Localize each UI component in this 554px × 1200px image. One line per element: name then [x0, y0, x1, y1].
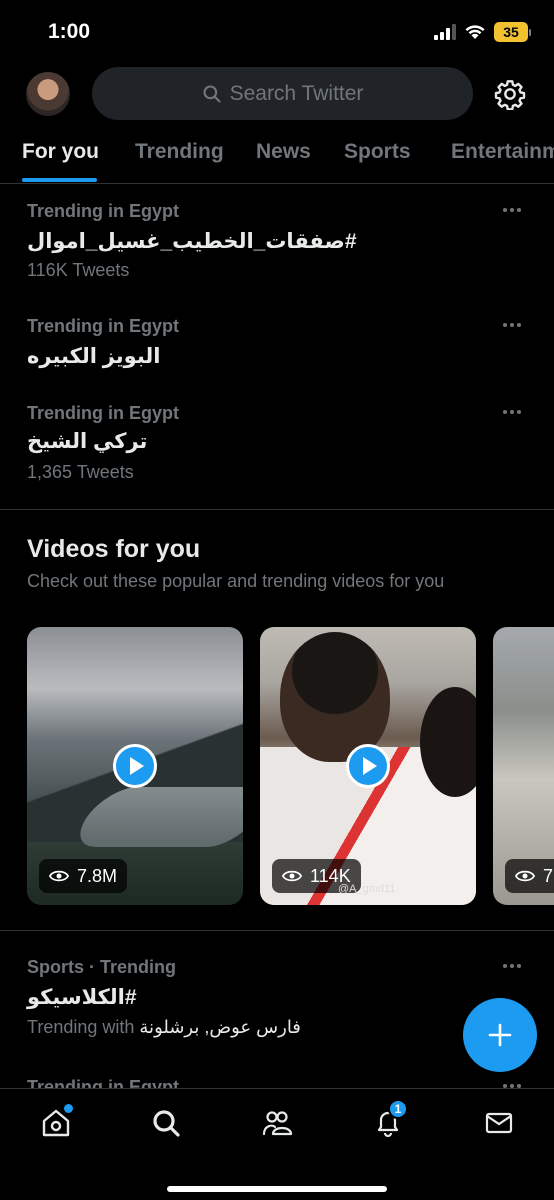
trend-related: Trending with فارس عوض, برشلونة: [27, 1017, 301, 1038]
view-count: 7.: [505, 859, 554, 893]
plus-icon: [488, 1023, 512, 1047]
more-options-icon[interactable]: [503, 962, 527, 970]
trend-count: 1,365 Tweets: [27, 462, 134, 482]
video-watermark: @A_gmd11: [338, 883, 396, 895]
trend-count: 116K Tweets: [27, 260, 130, 280]
section-subtitle: Check out these popular and trending vid…: [27, 571, 445, 591]
view-count: 7.8M: [39, 859, 128, 893]
nav-notifications[interactable]: 1: [372, 1099, 408, 1139]
status-indicators: 35: [434, 22, 531, 42]
compose-button[interactable]: [463, 998, 537, 1072]
more-options-icon[interactable]: [503, 408, 527, 416]
notification-badge: 1: [388, 1099, 408, 1119]
bottom-nav: 1: [0, 1088, 554, 1200]
trend-context: Trending in Egypt: [27, 403, 179, 423]
more-options-icon[interactable]: [503, 321, 527, 329]
search-input[interactable]: Search Twitter: [92, 67, 473, 120]
play-icon[interactable]: [113, 744, 157, 788]
nav-communities[interactable]: [261, 1107, 293, 1139]
eye-icon: [49, 870, 69, 882]
trend-context: Trending in Egypt: [27, 201, 179, 221]
status-time: 1:00: [48, 20, 91, 43]
status-bar: 1:00 35: [0, 0, 554, 64]
mail-icon: [485, 1112, 513, 1134]
more-options-icon[interactable]: [503, 206, 527, 214]
unread-dot: [64, 1104, 73, 1113]
tab-for-you[interactable]: For you: [22, 140, 99, 164]
section-title: Videos for you: [27, 535, 201, 563]
trend-context: Trending in Egypt: [27, 316, 179, 336]
trending-with-names: فارس عوض, برشلونة: [139, 1017, 301, 1037]
tab-sports[interactable]: Sports: [344, 140, 411, 164]
trend-item[interactable]: Trending in Egypt البويز الكبيره: [0, 311, 554, 381]
signal-icon: [434, 24, 456, 40]
communities-icon: [262, 1111, 293, 1136]
trend-item[interactable]: Trending in Egypt تركي الشيخ 1,365 Tweet…: [0, 398, 554, 498]
search-icon: [153, 1110, 180, 1137]
trend-item[interactable]: Trending in Egypt #صفقات_الخطيب_غسيل_امو…: [0, 196, 554, 296]
tab-entertainment[interactable]: Entertainment: [451, 140, 554, 164]
trend-context: Sports · Trending: [27, 957, 177, 977]
trend-name: #صفقات_الخطيب_غسيل_اموال: [27, 230, 357, 253]
wifi-icon: [465, 25, 485, 39]
home-indicator: [167, 1186, 387, 1192]
view-count-value: 7.: [543, 865, 554, 886]
play-icon[interactable]: [346, 744, 390, 788]
trend-name: البويز الكبيره: [27, 345, 161, 368]
nav-explore[interactable]: [150, 1107, 182, 1139]
nav-messages[interactable]: [483, 1107, 515, 1139]
video-card[interactable]: 7.: [493, 627, 554, 905]
tab-news[interactable]: News: [256, 140, 311, 164]
view-count-value: 7.8M: [77, 865, 118, 886]
section-divider: [0, 509, 554, 510]
tab-bar: For you Trending News Sports Entertainme…: [0, 128, 554, 184]
video-thumbnail-detail: [280, 632, 390, 762]
section-divider: [0, 930, 554, 931]
avatar[interactable]: [26, 72, 70, 116]
video-card[interactable]: 7.8M: [27, 627, 243, 905]
video-card[interactable]: 114K @A_gmd11: [260, 627, 476, 905]
eye-icon: [515, 870, 535, 882]
search-icon: [203, 84, 221, 103]
active-tab-indicator: [22, 178, 97, 182]
nav-home[interactable]: [40, 1104, 73, 1139]
header: Search Twitter: [0, 66, 554, 122]
tab-trending[interactable]: Trending: [135, 140, 224, 164]
trending-with-label: Trending with: [27, 1017, 135, 1037]
trend-name: #الكلاسيكو: [27, 986, 137, 1009]
search-placeholder: Search Twitter: [229, 81, 364, 105]
trend-name: تركي الشيخ: [27, 430, 148, 453]
battery-icon: 35: [494, 22, 531, 42]
eye-icon: [282, 870, 302, 882]
gear-icon[interactable]: [494, 78, 526, 110]
